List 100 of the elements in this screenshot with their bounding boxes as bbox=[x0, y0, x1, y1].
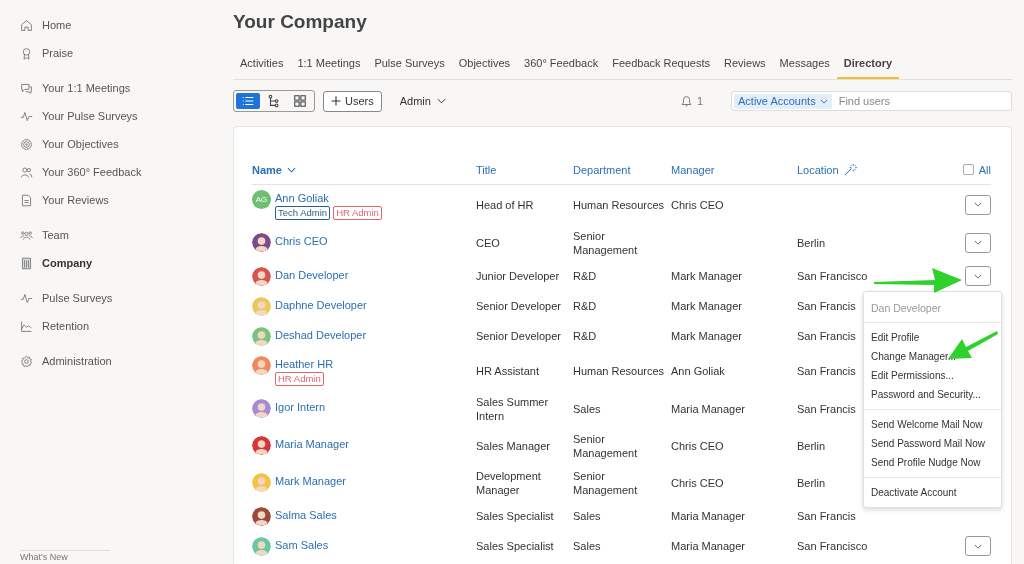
manager-cell: Maria Manager bbox=[671, 510, 745, 522]
sidebar-item[interactable]: Your 360° Feedback bbox=[0, 158, 215, 186]
sidebar-item[interactable]: Retention bbox=[0, 312, 215, 340]
select-all-label: All bbox=[978, 163, 991, 176]
title-cell: HR Assistant bbox=[476, 364, 539, 377]
department-cell: Senior Management bbox=[573, 469, 638, 496]
manager-cell: Maria Manager bbox=[671, 540, 745, 552]
menu-item[interactable]: Send Profile Nudge Now bbox=[864, 453, 1001, 472]
person-name-link[interactable]: Dan Developer bbox=[275, 268, 349, 281]
location-cell: Berlin bbox=[797, 476, 826, 489]
tab[interactable]: Reviews bbox=[717, 52, 773, 79]
location-cell: San Francis bbox=[797, 330, 856, 342]
title-cell: Sales Summer Intern bbox=[476, 395, 549, 422]
department-cell: Human Resources bbox=[573, 364, 665, 377]
person-name-link[interactable]: Sam Sales bbox=[275, 538, 329, 551]
person-name-link[interactable]: Mark Manager bbox=[275, 475, 346, 487]
column-header[interactable]: Manager bbox=[671, 163, 715, 176]
department-cell: Senior Management bbox=[573, 229, 638, 256]
location-cell: San Francis bbox=[797, 402, 856, 415]
manager-cell: Mark Manager bbox=[671, 270, 742, 282]
account-filter-dropdown[interactable]: Active Accounts bbox=[734, 93, 832, 109]
tab[interactable]: Objectives bbox=[451, 52, 518, 79]
notifications-button[interactable]: 1 bbox=[673, 93, 709, 109]
department-cell: R&D bbox=[573, 330, 597, 342]
department-cell: Senior Management bbox=[573, 432, 638, 459]
sidebar-item[interactable]: Home bbox=[0, 11, 215, 39]
sidebar-item[interactable]: Pulse Surveys bbox=[0, 284, 215, 312]
location-cell: San Francisco bbox=[797, 270, 868, 282]
search-field[interactable]: Active Accounts Find users bbox=[731, 91, 1012, 111]
department-cell: Sales bbox=[573, 540, 601, 552]
title-cell: Junior Developer bbox=[476, 270, 560, 282]
manager-cell: Chris CEO bbox=[671, 476, 724, 489]
title-cell: Head of HR bbox=[476, 198, 534, 211]
location-cell: San Francis bbox=[797, 364, 856, 377]
column-header[interactable]: Department bbox=[573, 163, 631, 176]
menu-item[interactable]: Password and Security... bbox=[864, 385, 1001, 404]
manager-cell: Maria Manager bbox=[671, 402, 745, 415]
manager-cell: Ann Goliak bbox=[671, 364, 725, 377]
title-cell: Senior Developer bbox=[476, 300, 561, 312]
manager-cell: Chris CEO bbox=[671, 198, 724, 211]
title-cell: Sales Specialist bbox=[476, 540, 554, 552]
tab[interactable]: Pulse Surveys bbox=[367, 52, 452, 79]
sidebar-item[interactable]: Your Objectives bbox=[0, 130, 215, 158]
tab[interactable]: Activities bbox=[233, 52, 291, 79]
column-header[interactable]: Name bbox=[252, 163, 282, 176]
title-cell: Sales Specialist bbox=[476, 510, 554, 522]
person-name-link[interactable]: Igor Intern bbox=[275, 401, 326, 413]
title-cell: Senior Developer bbox=[476, 330, 561, 342]
sidebar-item[interactable]: Your Pulse Surveys bbox=[0, 102, 215, 130]
location-cell: San Francis bbox=[797, 510, 856, 522]
avatar: AG bbox=[252, 189, 271, 209]
menu-header: Dan Developer bbox=[864, 292, 1001, 323]
department-cell: R&D bbox=[573, 270, 597, 282]
person-name-link[interactable]: Deshad Developer bbox=[275, 328, 367, 341]
person-name-link[interactable]: Maria Manager bbox=[275, 438, 349, 450]
sidebar-item[interactable]: Company bbox=[0, 249, 215, 277]
manager-cell: Mark Manager bbox=[671, 330, 742, 342]
tab[interactable]: 1:1 Meetings bbox=[290, 52, 368, 79]
add-users-button[interactable]: Users bbox=[323, 90, 382, 112]
menu-item[interactable]: Send Password Mail Now bbox=[864, 434, 1001, 453]
title-cell: CEO bbox=[476, 236, 500, 249]
menu-item[interactable]: Edit Profile bbox=[864, 328, 1001, 347]
column-header[interactable]: Location bbox=[797, 163, 839, 176]
menu-item[interactable]: Change Manager... bbox=[864, 347, 1001, 366]
title-cell: Development Manager bbox=[476, 469, 541, 496]
tab[interactable]: Messages bbox=[772, 52, 837, 79]
whats-new-link[interactable]: What's New bbox=[20, 552, 110, 563]
sidebar-item[interactable]: Praise bbox=[0, 39, 215, 67]
department-cell: Human Resources bbox=[573, 198, 665, 211]
location-cell: San Francis bbox=[797, 300, 856, 312]
manager-cell: Chris CEO bbox=[671, 439, 724, 452]
person-name-link[interactable]: Daphne Developer bbox=[275, 298, 367, 311]
column-header[interactable]: Title bbox=[476, 163, 497, 176]
person-name-link[interactable]: Chris CEO bbox=[275, 235, 328, 247]
tab[interactable]: Feedback Requests bbox=[605, 52, 718, 79]
person-name-link[interactable]: Salma Sales bbox=[275, 508, 337, 521]
page-title: Your Company bbox=[233, 11, 368, 33]
location-cell: Berlin bbox=[797, 236, 826, 249]
role-tag: Tech Admin bbox=[275, 205, 331, 220]
role-tag: HR Admin bbox=[333, 205, 382, 220]
location-cell: Berlin bbox=[797, 439, 826, 452]
tab[interactable]: Directory bbox=[836, 52, 900, 79]
menu-item[interactable]: Edit Permissions... bbox=[864, 366, 1001, 385]
role-tag: HR Admin bbox=[275, 371, 324, 386]
person-name-link[interactable]: Heather HR bbox=[275, 357, 334, 370]
sidebar-item[interactable]: Your Reviews bbox=[0, 186, 215, 214]
sidebar-item[interactable]: Administration bbox=[0, 347, 215, 375]
department-cell: Sales bbox=[573, 402, 601, 415]
sidebar-item[interactable]: Your 1:1 Meetings bbox=[0, 74, 215, 102]
department-cell: R&D bbox=[573, 300, 597, 312]
person-name-link[interactable]: Ann Goliak bbox=[275, 191, 382, 204]
manager-cell: Mark Manager bbox=[671, 300, 742, 312]
title-cell: Sales Manager bbox=[476, 439, 550, 452]
menu-item[interactable]: Send Welcome Mail Now bbox=[864, 415, 1001, 434]
sidebar-item[interactable]: Team bbox=[0, 221, 215, 249]
department-cell: Sales bbox=[573, 510, 601, 522]
location-cell: San Francisco bbox=[797, 540, 868, 552]
role-dropdown[interactable]: Admin bbox=[393, 94, 452, 108]
menu-item[interactable]: Deactivate Account bbox=[864, 483, 1001, 502]
tab[interactable]: 360° Feedback bbox=[517, 52, 606, 79]
